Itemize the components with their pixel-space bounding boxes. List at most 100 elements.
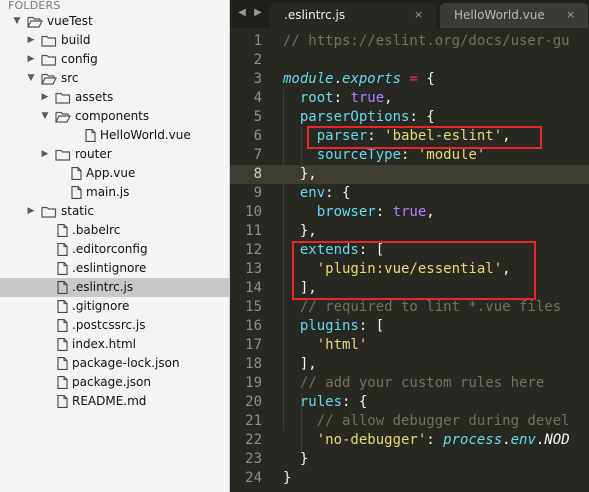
highlight-box-parser: [307, 126, 542, 149]
tree-file[interactable]: .postcssrc.js: [0, 316, 229, 335]
tree-file[interactable]: index.html: [0, 335, 229, 354]
close-icon[interactable]: ×: [414, 3, 423, 27]
code-line[interactable]: }: [283, 450, 308, 469]
tree-item-label: .eslintrc.js: [72, 280, 134, 294]
tree-folder[interactable]: ▶ assets: [0, 88, 229, 107]
code-token: :: [333, 90, 351, 106]
tree-item-label: index.html: [72, 337, 136, 351]
tree-file[interactable]: main.js: [0, 183, 229, 202]
tree-file[interactable]: package.json: [0, 373, 229, 392]
code-line[interactable]: 'no-debugger': process.env.NOD: [283, 431, 570, 450]
code-line[interactable]: // https://eslint.org/docs/user-gu: [283, 32, 570, 51]
close-icon[interactable]: ×: [566, 3, 575, 27]
line-number: 19: [245, 375, 262, 391]
line-number: 21: [245, 413, 262, 429]
chevron-down-icon[interactable]: ▼: [12, 12, 22, 31]
tree-file[interactable]: .eslintrc.js: [0, 278, 229, 297]
tree-item-label: assets: [75, 90, 114, 104]
chevron-right-icon[interactable]: ▶: [26, 202, 36, 221]
tree-folder[interactable]: ▶ config: [0, 50, 229, 69]
line-number: 12: [245, 242, 262, 258]
tree-folder[interactable]: ▶ router: [0, 145, 229, 164]
tab-eslintrc[interactable]: .eslintrc.js ×: [270, 3, 436, 28]
code-line[interactable]: env: {: [283, 184, 351, 203]
tree-item-label: config: [61, 52, 98, 66]
chevron-right-icon[interactable]: ▶: [40, 145, 50, 164]
code-token: // required to lint *.vue files: [283, 299, 562, 315]
chevron-right-icon[interactable]: ▶: [26, 31, 36, 50]
code-line[interactable]: rules: {: [283, 393, 367, 412]
code-token: env: [510, 432, 536, 448]
code-token: 'no-debugger': [316, 432, 427, 448]
code-line[interactable]: },: [283, 165, 317, 184]
chevron-left-icon[interactable]: ◀: [234, 0, 250, 26]
code-line[interactable]: module.exports = {: [283, 70, 435, 89]
code-line[interactable]: 'html': [283, 336, 368, 355]
tree-item-label: components: [75, 109, 150, 123]
tree-file[interactable]: package-lock.json: [0, 354, 229, 373]
chevron-down-icon[interactable]: ▼: [26, 69, 36, 88]
code-token: : {: [409, 109, 435, 125]
code-line[interactable]: // required to lint *.vue files: [283, 298, 561, 317]
tab-label: .eslintrc.js: [284, 8, 346, 22]
chevron-right-icon[interactable]: ▶: [26, 50, 36, 69]
line-number: 16: [245, 318, 262, 334]
line-number: 1: [253, 33, 262, 49]
code-token: : {: [325, 185, 351, 201]
tree-item-label: .babelrc: [72, 223, 121, 237]
sidebar: FOLDERS ▼ vueTest ▶ build ▶ config ▼ src ▶ assets…: [0, 0, 230, 492]
code-token: ,: [426, 204, 435, 220]
code-token: exports: [342, 71, 402, 87]
code-line[interactable]: parserOptions: {: [283, 108, 435, 127]
code-token: 'module': [417, 147, 486, 163]
tree-item-label: build: [61, 33, 91, 47]
code-token: :: [375, 204, 393, 220]
code-token: plugins: [283, 318, 359, 334]
tree-folder[interactable]: ▼ vueTest: [0, 12, 229, 31]
tree-file[interactable]: HelloWorld.vue: [0, 126, 229, 145]
code-line[interactable]: // allow debugger during devel: [283, 412, 570, 431]
chevron-right-icon[interactable]: ▶: [250, 0, 266, 26]
code-line[interactable]: },: [283, 222, 317, 241]
tree-folder[interactable]: ▼ components: [0, 107, 229, 126]
code-token: NOD: [544, 432, 570, 448]
code-token: : {: [342, 394, 368, 410]
file-icon: [57, 395, 68, 414]
code-line[interactable]: browser: true,: [283, 203, 435, 222]
line-number: 6: [253, 128, 262, 144]
code-line[interactable]: ],: [283, 355, 317, 374]
tree-file[interactable]: .editorconfig: [0, 240, 229, 259]
line-number: 22: [245, 432, 262, 448]
tree-folder[interactable]: ▼ src: [0, 69, 229, 88]
tree-item-label: README.md: [72, 394, 147, 408]
tree-file[interactable]: .gitignore: [0, 297, 229, 316]
code-line[interactable]: plugins: [: [283, 317, 384, 336]
line-number: 17: [245, 337, 262, 353]
tree-item-label: vueTest: [47, 14, 93, 28]
code-token: root: [283, 90, 334, 106]
tree-item-label: package-lock.json: [72, 356, 180, 370]
tree-file[interactable]: README.md: [0, 392, 229, 411]
tree-folder[interactable]: ▶ static: [0, 202, 229, 221]
code-token: true: [350, 90, 385, 106]
line-number: 11: [245, 223, 262, 239]
code-editor[interactable]: 1 2 3 4 5 6 7 8 9 10 11 12 13 14 15 16 17 18 19 20 21 22 23 24 …: [230, 28, 589, 492]
code-line[interactable]: // add your custom rules here: [283, 374, 544, 393]
tree-file[interactable]: App.vue: [0, 164, 229, 183]
tree-item-label: .postcssrc.js: [72, 318, 146, 332]
chevron-down-icon[interactable]: ▼: [40, 107, 50, 126]
chevron-right-icon[interactable]: ▶: [40, 88, 50, 107]
tree-file[interactable]: .eslintignore: [0, 259, 229, 278]
line-number: 24: [245, 470, 262, 486]
tree-file[interactable]: .babelrc: [0, 221, 229, 240]
code-line[interactable]: root: true,: [283, 89, 393, 108]
tab-helloworld[interactable]: HelloWorld.vue ×: [440, 3, 588, 28]
code-line[interactable]: }: [283, 469, 291, 488]
tree-item-label: static: [61, 204, 94, 218]
line-number: 15: [245, 299, 262, 315]
tree-folder[interactable]: ▶ build: [0, 31, 229, 50]
code-token: :: [426, 432, 444, 448]
line-number: 10: [245, 204, 262, 220]
tree-item-label: HelloWorld.vue: [100, 128, 191, 142]
tree-item-label: .editorconfig: [72, 242, 148, 256]
